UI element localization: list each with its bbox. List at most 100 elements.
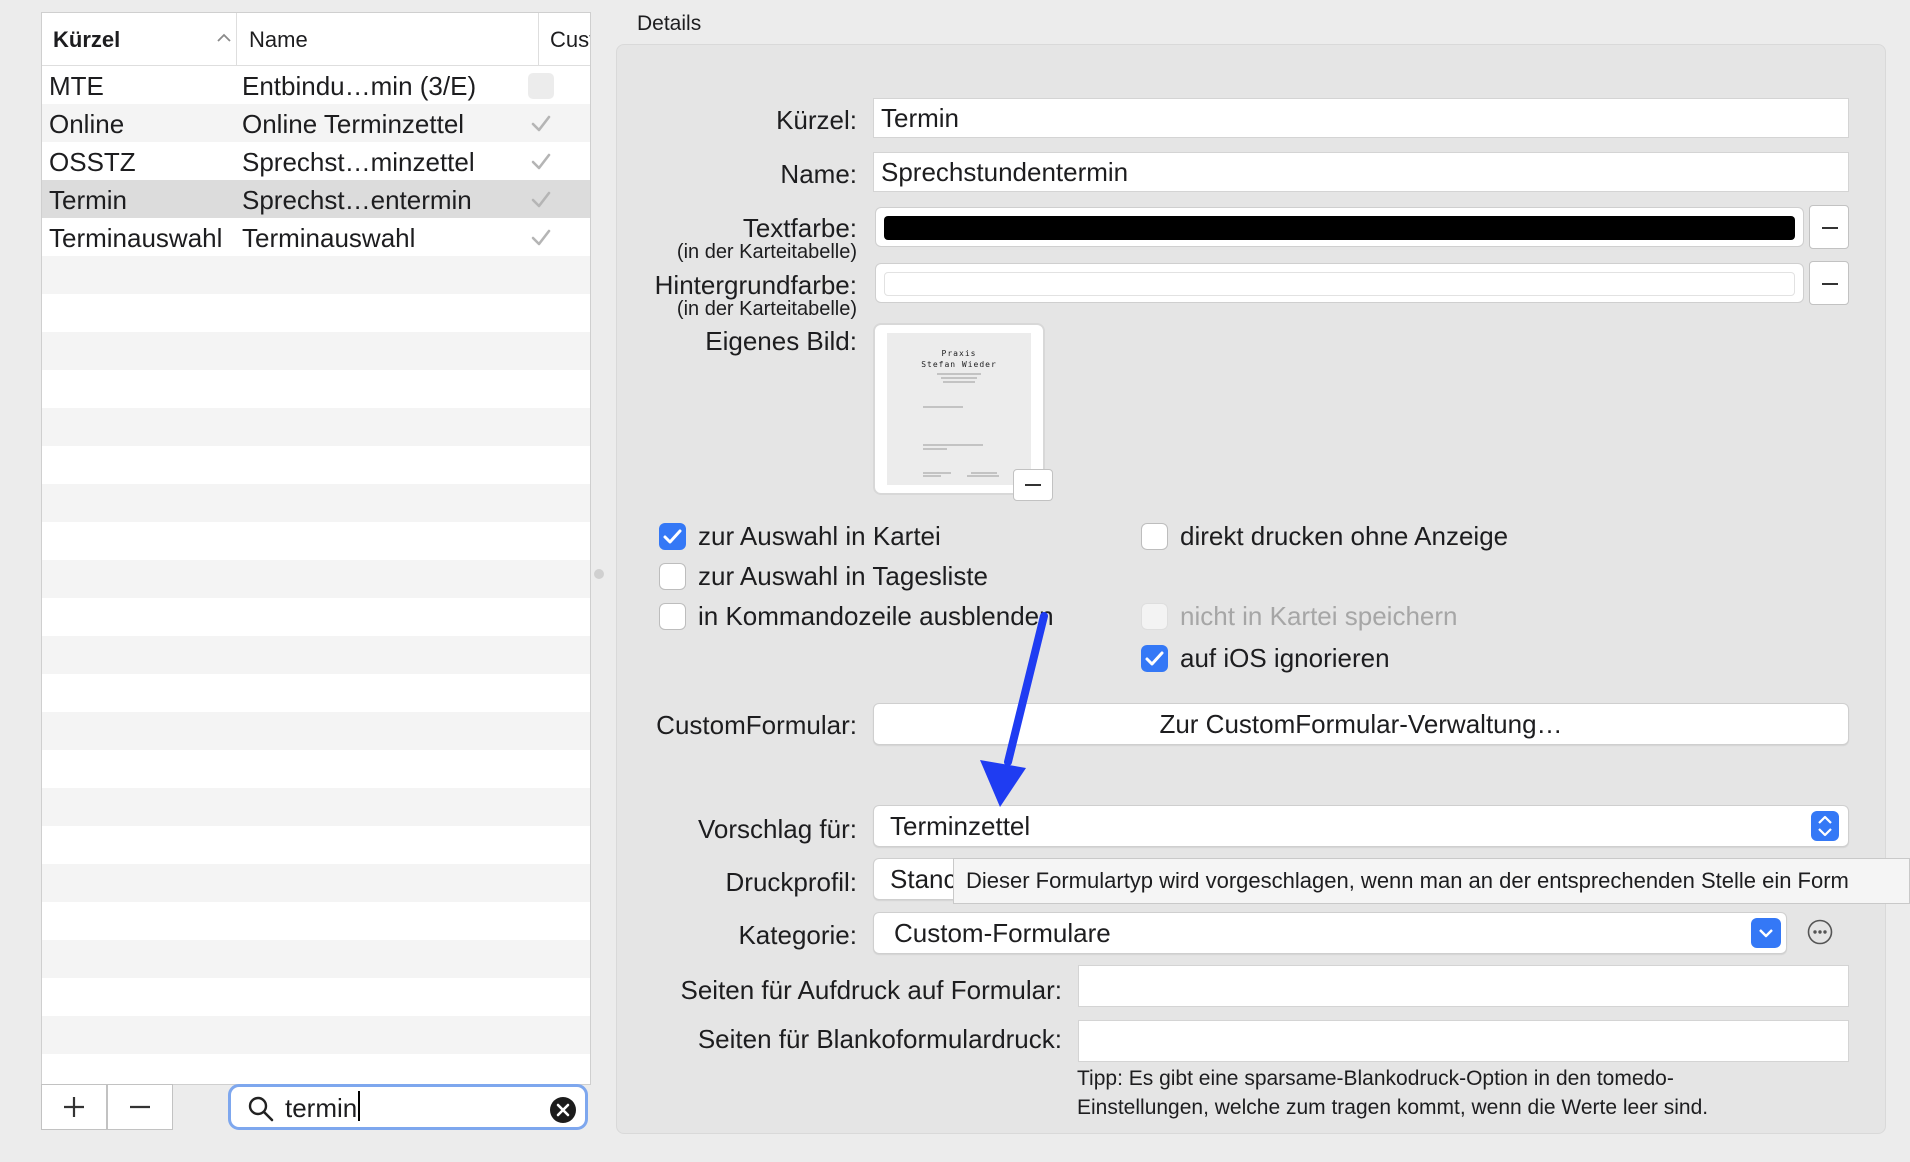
vorschlag-label: Vorschlag für: [698, 814, 857, 844]
thumbnail-text-lines [923, 373, 999, 477]
checkbox-label[interactable]: nicht in Kartei speichern [1180, 601, 1457, 632]
table-row[interactable]: OSSTZ Sprechst…minzettel [42, 142, 590, 180]
table-row-empty [42, 902, 590, 940]
more-options-icon[interactable] [1806, 918, 1834, 946]
checkbox-label[interactable]: zur Auswahl in Kartei [698, 521, 941, 552]
checkbox[interactable] [1141, 523, 1168, 550]
kategorie-label: Kategorie: [738, 920, 857, 950]
textfarbe-sublabel: (in der Karteitabelle) [676, 241, 857, 263]
druckprofil-label: Druckprofil: [725, 867, 857, 897]
kuerzel-label: Kürzel: [776, 105, 857, 135]
search-input[interactable]: termin [285, 1091, 361, 1125]
column-header-custom[interactable]: Cust… [538, 13, 590, 65]
checkbox[interactable] [659, 563, 686, 590]
minus-icon [1822, 283, 1838, 285]
checkbox-label[interactable]: zur Auswahl in Tagesliste [698, 561, 988, 592]
remove-button[interactable] [107, 1084, 173, 1130]
split-view-divider-handle[interactable] [594, 569, 604, 579]
cell-kuerzel: Terminauswahl [49, 223, 223, 253]
plus-icon [64, 1097, 84, 1117]
table-row[interactable]: Terminauswahl Terminauswahl [42, 218, 590, 256]
checkbox[interactable] [659, 523, 686, 550]
checkbox [1141, 603, 1168, 630]
hintergrundfarbe-color-well[interactable] [875, 263, 1804, 303]
column-header-kuerzel-label: Kürzel [53, 27, 121, 52]
checkbox[interactable] [659, 603, 686, 630]
search-field[interactable]: termin [228, 1084, 588, 1130]
table-row-empty [42, 256, 590, 294]
checkmark-icon [1145, 651, 1164, 666]
seiten-blanko-field[interactable] [1078, 1020, 1849, 1062]
table-row-empty [42, 522, 590, 560]
table-row-empty [42, 370, 590, 408]
clear-search-icon[interactable] [549, 1096, 577, 1124]
cell-name: Sprechst…minzettel [242, 147, 475, 177]
column-header-name-label: Name [249, 27, 308, 52]
tipp-text: Tipp: Es gibt eine sparsame-Blankodruck-… [1077, 1067, 1709, 1119]
cell-kuerzel: Online [49, 109, 125, 139]
cell-name: Online Terminzettel [242, 109, 465, 139]
table-row-empty [42, 294, 590, 332]
seiten-aufdruck-label: Seiten für Aufdruck auf Formular: [680, 975, 1062, 1005]
seiten-aufdruck-field[interactable] [1078, 965, 1849, 1007]
details-title: Details [637, 12, 702, 35]
kategorie-value: Custom-Formulare [894, 918, 1111, 948]
form-preview-thumbnail: Praxis Stefan Wieder [887, 333, 1031, 485]
checkbox-label[interactable]: auf iOS ignorieren [1180, 643, 1390, 674]
eigenes-bild-label: Eigenes Bild: [705, 326, 857, 356]
search-icon [248, 1096, 274, 1122]
custom-unchecked-box [528, 73, 554, 99]
customformular-label: CustomFormular: [656, 710, 857, 740]
hintergrundfarbe-swatch [884, 272, 1795, 296]
cell-kuerzel: MTE [49, 71, 104, 101]
custom-checkmark-icon [528, 225, 554, 251]
table-row-empty [42, 1054, 590, 1084]
hintergrundfarbe-label: Hintergrundfarbe: [654, 270, 857, 300]
druckprofil-value: Stanc [890, 864, 957, 894]
forms-table: Kürzel Name Cust… MTEEntbindu…min (3/E)O… [41, 12, 591, 1085]
table-row[interactable]: Online Online Terminzettel [42, 104, 590, 142]
kategorie-combobox[interactable]: Custom-Formulare [873, 912, 1787, 954]
annotation-arrow-icon [980, 612, 1048, 807]
up-down-chevron-icon [1818, 815, 1832, 837]
column-header-custom-label: Cust… [550, 27, 590, 52]
cell-kuerzel: Termin [49, 185, 128, 215]
custom-checkmark-icon [528, 111, 554, 137]
vorschlag-stepper[interactable] [1811, 811, 1839, 841]
vorschlag-tooltip: Dieser Formulartyp wird vorgeschlagen, w… [953, 858, 1910, 904]
add-button[interactable] [41, 1084, 107, 1130]
chevron-down-icon [1759, 929, 1773, 938]
image-well[interactable]: Praxis Stefan Wieder [873, 323, 1053, 501]
table-row-empty [42, 864, 590, 902]
table-row-empty [42, 940, 590, 978]
table-row[interactable]: Termin Sprechst…entermin [42, 180, 590, 218]
minus-icon [130, 1105, 150, 1109]
table-row-empty [42, 788, 590, 826]
hintergrundfarbe-clear-button[interactable] [1809, 261, 1849, 305]
table-row-empty [42, 446, 590, 484]
table-row-empty [42, 674, 590, 712]
sort-ascending-icon [217, 33, 231, 42]
textfarbe-clear-button[interactable] [1809, 205, 1849, 249]
checkbox-label[interactable]: direkt drucken ohne Anzeige [1180, 521, 1508, 552]
kategorie-dropdown-button[interactable] [1751, 918, 1781, 948]
name-label: Name: [780, 159, 857, 189]
checkmark-icon [663, 529, 682, 544]
column-header-name[interactable]: Name [236, 13, 549, 65]
table-row-empty [42, 332, 590, 370]
name-field[interactable]: Sprechstundentermin [873, 152, 1849, 192]
table-row[interactable]: MTE Entbindu…min (3/E) [42, 66, 590, 104]
textfarbe-color-well[interactable] [875, 207, 1804, 247]
image-clear-button[interactable] [1013, 469, 1053, 501]
table-row-empty [42, 712, 590, 750]
seiten-blanko-label: Seiten für Blankoformulardruck: [697, 1024, 1062, 1054]
textfarbe-label: Textfarbe: [742, 213, 857, 243]
table-row-empty [42, 1016, 590, 1054]
hintergrundfarbe-sublabel: (in der Karteitabelle) [676, 298, 857, 320]
kuerzel-field[interactable]: Termin [873, 98, 1849, 138]
checkbox[interactable] [1141, 645, 1168, 672]
column-header-kuerzel[interactable]: Kürzel [53, 13, 243, 65]
table-row-empty [42, 560, 590, 598]
table-row-empty [42, 408, 590, 446]
cell-name: Sprechst…entermin [242, 185, 472, 215]
